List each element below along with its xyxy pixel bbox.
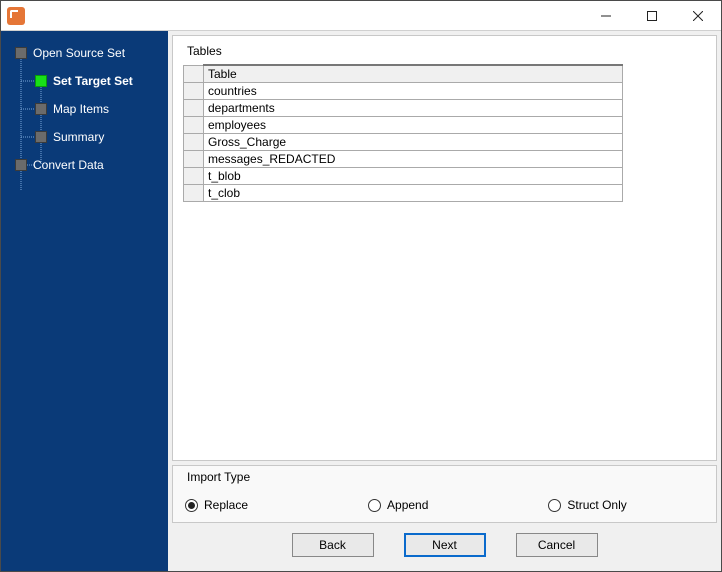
main-panel: Tables Table countries: [168, 31, 721, 571]
step-marker-icon: [15, 47, 27, 59]
close-icon: [693, 11, 703, 21]
table-row[interactable]: t_clob: [184, 185, 623, 202]
maximize-button[interactable]: [629, 1, 675, 31]
tables-grid: Table countries departments: [183, 64, 623, 202]
table-row[interactable]: Gross_Charge: [184, 134, 623, 151]
import-type-group: Import Type Replace Append Struct Only: [172, 465, 717, 523]
step-label: Set Target Set: [53, 74, 133, 88]
table-cell: departments: [204, 100, 623, 117]
back-button[interactable]: Back: [292, 533, 374, 557]
step-open-source-set[interactable]: Open Source Set: [1, 39, 168, 67]
step-marker-icon: [35, 75, 47, 87]
app-icon: [7, 7, 25, 25]
table-cell: employees: [204, 117, 623, 134]
radio-icon: [548, 499, 561, 512]
cancel-button[interactable]: Cancel: [516, 533, 598, 557]
step-set-target-set[interactable]: Set Target Set: [1, 67, 168, 95]
minimize-icon: [601, 11, 611, 21]
import-type-title: Import Type: [183, 470, 706, 484]
step-label: Convert Data: [33, 158, 104, 172]
wizard-button-row: Back Next Cancel: [172, 523, 717, 567]
step-map-items[interactable]: Map Items: [1, 95, 168, 123]
table-cell: messages_REDACTED: [204, 151, 623, 168]
table-cell: Gross_Charge: [204, 134, 623, 151]
radio-append[interactable]: Append: [368, 498, 428, 512]
table-cell: countries: [204, 83, 623, 100]
row-header: [184, 151, 204, 168]
step-label: Summary: [53, 130, 104, 144]
row-header: [184, 185, 204, 202]
step-summary[interactable]: Summary: [1, 123, 168, 151]
tables-title: Tables: [183, 44, 706, 58]
minimize-button[interactable]: [583, 1, 629, 31]
table-row[interactable]: countries: [184, 83, 623, 100]
row-header: [184, 168, 204, 185]
step-marker-icon: [35, 131, 47, 143]
button-label: Next: [432, 538, 457, 552]
column-header-table[interactable]: Table: [204, 65, 623, 83]
next-button[interactable]: Next: [404, 533, 486, 557]
tables-grid-wrap[interactable]: Table countries departments: [183, 64, 706, 456]
title-bar: [1, 1, 721, 31]
radio-struct-only[interactable]: Struct Only: [548, 498, 626, 512]
table-row[interactable]: t_blob: [184, 168, 623, 185]
row-header: [184, 100, 204, 117]
step-label: Map Items: [53, 102, 109, 116]
table-row[interactable]: employees: [184, 117, 623, 134]
row-header: [184, 83, 204, 100]
step-label: Open Source Set: [33, 46, 125, 60]
step-marker-icon: [15, 159, 27, 171]
step-marker-icon: [35, 103, 47, 115]
wizard-steps-sidebar: Open Source Set Set Target Set Map Items…: [1, 31, 168, 571]
wizard-window: Open Source Set Set Target Set Map Items…: [0, 0, 722, 572]
table-row[interactable]: departments: [184, 100, 623, 117]
maximize-icon: [647, 11, 657, 21]
radio-label: Append: [387, 498, 428, 512]
row-header: [184, 117, 204, 134]
radio-label: Struct Only: [567, 498, 626, 512]
button-label: Cancel: [538, 538, 575, 552]
table-row[interactable]: messages_REDACTED: [184, 151, 623, 168]
close-button[interactable]: [675, 1, 721, 31]
step-convert-data[interactable]: Convert Data: [1, 151, 168, 179]
button-label: Back: [319, 538, 346, 552]
radio-replace[interactable]: Replace: [185, 498, 248, 512]
table-cell: t_clob: [204, 185, 623, 202]
row-header: [184, 134, 204, 151]
grid-corner: [184, 65, 204, 83]
radio-icon: [368, 499, 381, 512]
radio-icon: [185, 499, 198, 512]
table-cell: t_blob: [204, 168, 623, 185]
tables-group: Tables Table countries: [172, 35, 717, 461]
radio-label: Replace: [204, 498, 248, 512]
